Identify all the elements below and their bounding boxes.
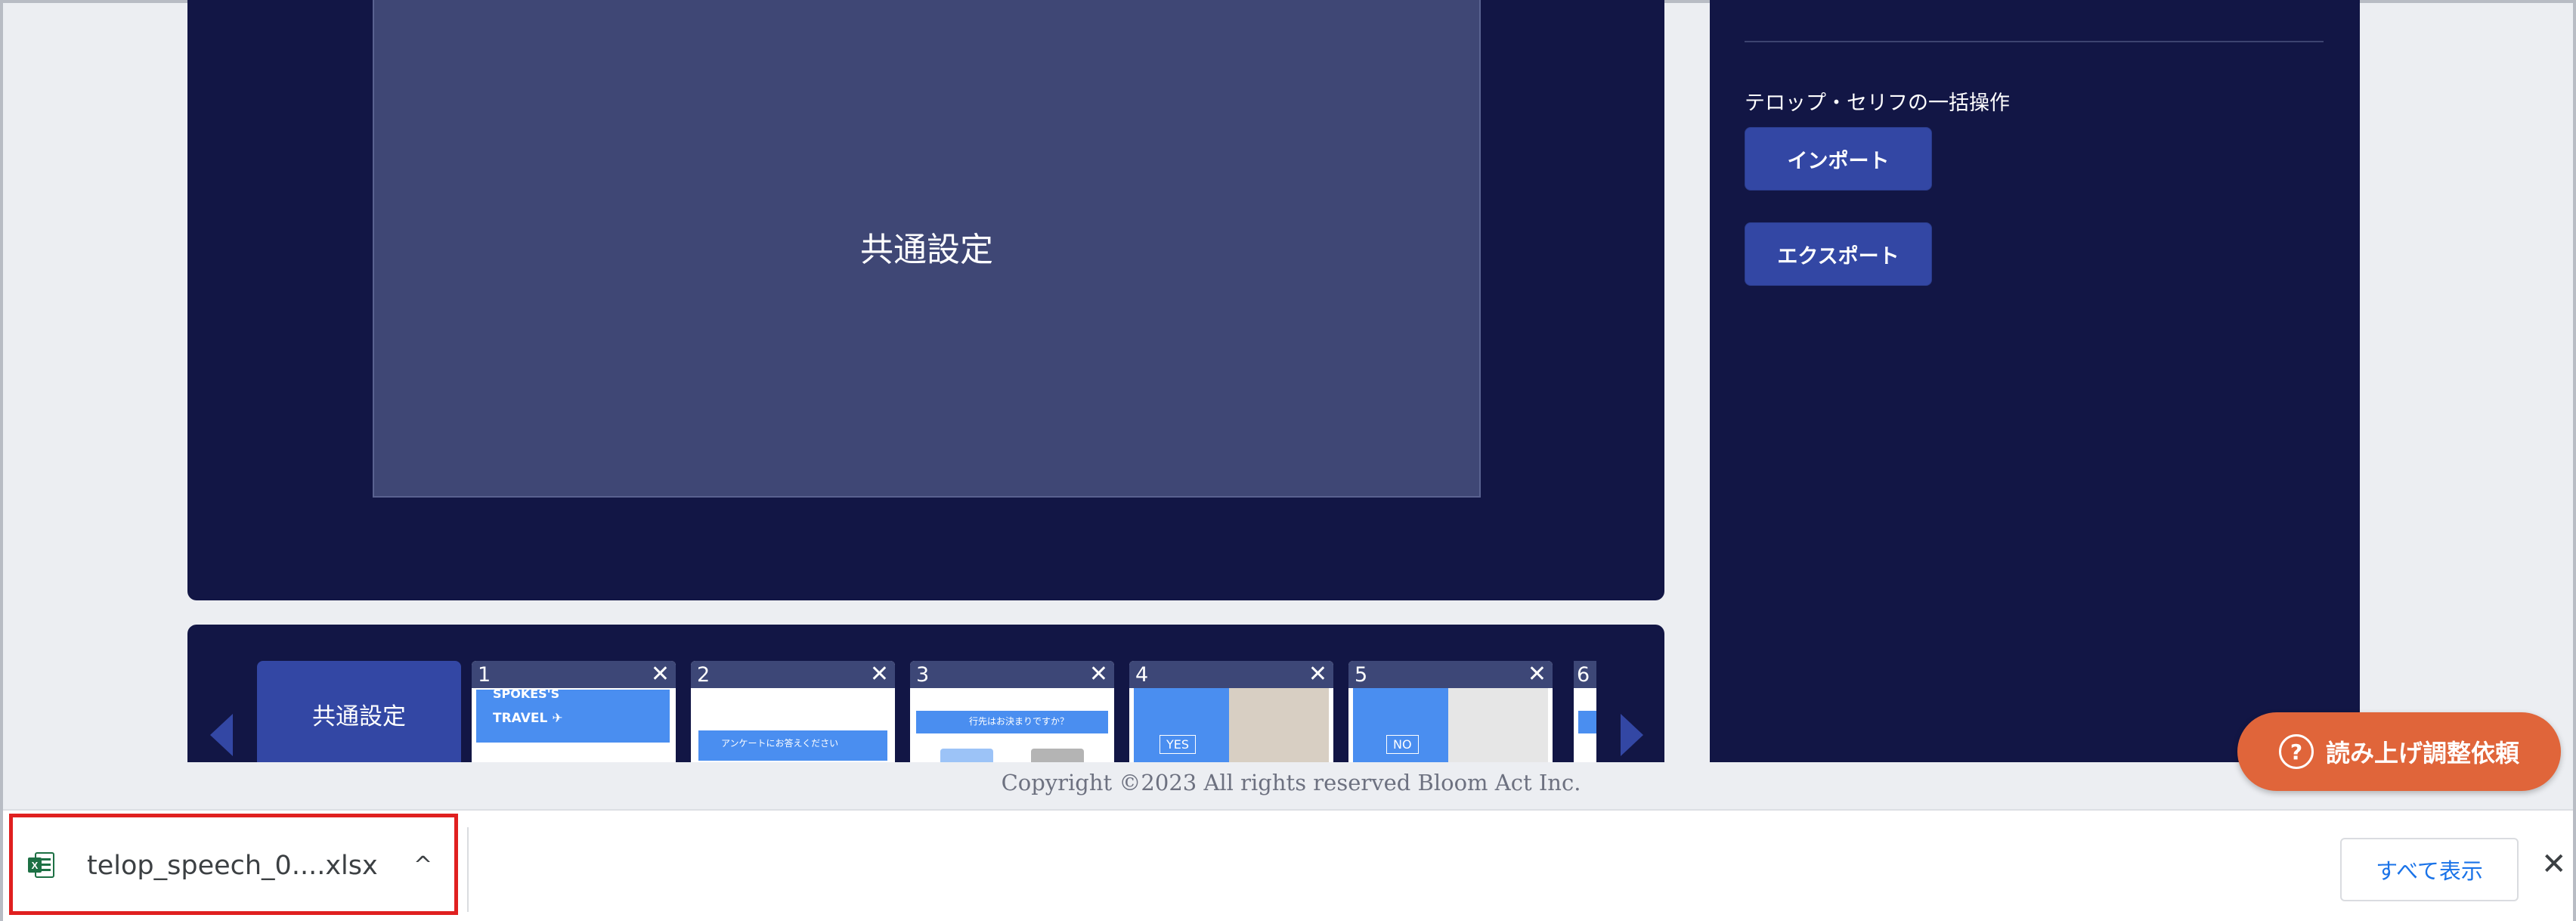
slide-thumbnail-5[interactable]: 5 ✕ NO xyxy=(1348,661,1553,762)
scroll-right-arrow-icon[interactable] xyxy=(1621,714,1643,756)
slide-number: 4 xyxy=(1135,662,1149,687)
reading-adjustment-request-button[interactable]: ? 読み上げ調整依頼 xyxy=(2237,712,2561,791)
svg-text:X: X xyxy=(32,860,39,871)
slide-number: 1 xyxy=(478,662,491,687)
panel-divider xyxy=(1745,41,2324,42)
right-panel: テロップ・セリフの一括操作 インポート エクスポート xyxy=(1710,0,2360,762)
export-button[interactable]: エクスポート xyxy=(1745,222,1932,286)
slide-preview: YES xyxy=(1129,688,1333,762)
download-bar: X telop_speech_0....xlsx ^ すべて表示 ✕ xyxy=(3,809,2573,921)
slide-option-yes xyxy=(940,749,993,762)
slide-number: 2 xyxy=(697,662,711,687)
slide-title-line1: SPOKES'S xyxy=(493,687,560,701)
slide-header: 6 xyxy=(1574,661,1596,688)
slide-thumbnail-6[interactable]: 6 xyxy=(1574,661,1596,762)
download-item[interactable]: X telop_speech_0....xlsx ^ xyxy=(9,814,458,915)
downloaded-file-name: telop_speech_0....xlsx xyxy=(87,851,378,881)
slide-caption: 行先はお決まりですか？ xyxy=(969,716,1070,727)
preview-canvas[interactable]: 共通設定 xyxy=(373,0,1481,498)
close-icon[interactable]: ✕ xyxy=(2541,847,2567,882)
slide-number: 3 xyxy=(916,662,930,687)
copyright-text: Copyright ©2023 All rights reserved Bloo… xyxy=(1001,770,1581,795)
slide-photo xyxy=(1229,688,1329,762)
slide-thumbnail-3[interactable]: 3 ✕ 行先はお決まりですか？ xyxy=(910,661,1114,762)
slide-header: 2 ✕ xyxy=(691,661,895,688)
import-button[interactable]: インポート xyxy=(1745,127,1932,191)
bulk-operations-heading: テロップ・セリフの一括操作 xyxy=(1745,91,2010,115)
slide-preview: NO xyxy=(1348,688,1553,762)
slide-number: 6 xyxy=(1577,662,1590,687)
slide-number: 5 xyxy=(1355,662,1368,687)
slide-thumbnail-2[interactable]: 2 ✕ アンケートにお答えください xyxy=(691,661,895,762)
preview-label: 共通設定 xyxy=(860,231,993,269)
slide-caption: アンケートにお答えください xyxy=(721,738,839,749)
excel-file-icon: X xyxy=(28,852,54,878)
close-icon[interactable]: ✕ xyxy=(651,663,670,686)
preview-stage: 共通設定 xyxy=(187,0,1664,600)
close-icon[interactable]: ✕ xyxy=(1308,663,1327,686)
slide-strip: 共通設定 1 ✕ SPOKES'S TRAVEL ✈ 2 ✕ アンケートにお答え… xyxy=(187,625,1664,762)
slide-option-no xyxy=(1031,749,1084,762)
show-all-button[interactable]: すべて表示 xyxy=(2340,838,2519,901)
slide-caption: YES xyxy=(1160,735,1197,754)
question-icon: ? xyxy=(2278,734,2314,769)
slide-photo xyxy=(1448,688,1548,762)
slide-thumbnail-1[interactable]: 1 ✕ SPOKES'S TRAVEL ✈ xyxy=(472,661,676,762)
slide-header: 1 ✕ xyxy=(472,661,676,688)
slide-header: 5 ✕ xyxy=(1348,661,1553,688)
common-settings-tile[interactable]: 共通設定 xyxy=(257,661,461,762)
scroll-left-arrow-icon[interactable] xyxy=(210,714,233,756)
slide-preview xyxy=(1574,688,1596,762)
close-icon[interactable]: ✕ xyxy=(1528,663,1547,686)
download-bar-divider xyxy=(467,827,469,912)
close-icon[interactable]: ✕ xyxy=(1089,663,1108,686)
page: 共通設定 テロップ・セリフの一括操作 インポート エクスポート 共通設定 1 ✕… xyxy=(0,0,2576,921)
slide-header: 3 ✕ xyxy=(910,661,1114,688)
chevron-up-icon[interactable]: ^ xyxy=(413,852,432,879)
slide-header: 4 ✕ xyxy=(1129,661,1333,688)
reading-adjustment-label: 読み上げ調整依頼 xyxy=(2325,739,2519,768)
slide-thumbnail-4[interactable]: 4 ✕ YES xyxy=(1129,661,1333,762)
close-icon[interactable]: ✕ xyxy=(870,663,889,686)
slide-preview: アンケートにお答えください xyxy=(691,688,895,762)
common-settings-label: 共通設定 xyxy=(312,702,406,730)
slide-caption: NO xyxy=(1386,735,1419,754)
slide-title-line2: TRAVEL ✈ xyxy=(493,711,563,726)
slide-preview: SPOKES'S TRAVEL ✈ xyxy=(472,687,676,762)
slide-banner xyxy=(1578,711,1596,733)
slide-preview: 行先はお決まりですか？ xyxy=(910,688,1114,762)
